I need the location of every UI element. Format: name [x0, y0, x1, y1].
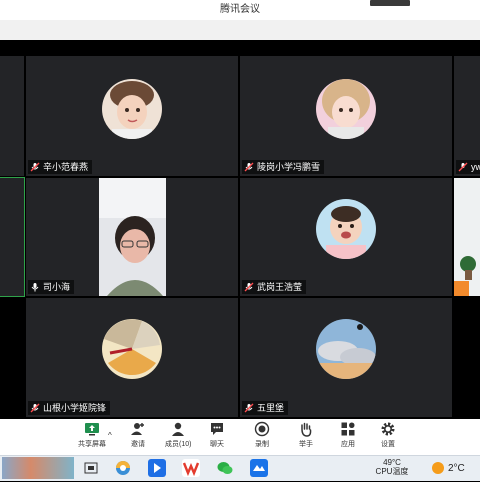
mic-muted-icon — [244, 282, 254, 292]
toddler-photo-icon — [316, 199, 376, 259]
participant-name: 陵岗小学冯鹏雪 — [257, 162, 321, 172]
record-button[interactable]: 录制 — [254, 421, 270, 449]
weather-temp: 2°C — [448, 462, 465, 474]
participant-label: 辛小范春燕 — [28, 160, 93, 174]
meeting-toolbar: 共享屏幕 ^ 邀请 成员(10) 聊天 录制 举手 应用 设置 — [0, 419, 480, 455]
feishu-icon[interactable] — [148, 459, 166, 477]
add-user-icon — [131, 423, 144, 435]
record-icon — [254, 421, 270, 437]
cpu-temperature[interactable]: 49°C CPU温度 — [370, 458, 414, 476]
cpu-temp-label: CPU温度 — [375, 467, 409, 476]
taskbar-thumbnail[interactable] — [2, 457, 74, 479]
mic-muted-icon — [30, 403, 40, 413]
video-grid: 辛小范春燕 陵岗小学冯鹏雪 yw 司小海 武岗王浩莹 山根小学姬院锋 五里堡 — [0, 40, 480, 419]
window-title: 腾讯会议 — [220, 4, 260, 15]
participant-label: 陵岗小学冯鹏雪 — [242, 160, 325, 174]
weather-widget[interactable]: 2°C — [432, 462, 465, 474]
apps-icon — [341, 422, 355, 436]
wechat-icon[interactable] — [216, 459, 234, 477]
invite-button[interactable]: 邀请 — [130, 421, 146, 449]
camera-video — [99, 178, 166, 296]
apps-button[interactable]: 应用 — [340, 421, 356, 449]
members-button[interactable]: 成员(10) — [165, 421, 191, 449]
hand-icon — [301, 422, 312, 437]
woman-camera-feed — [99, 178, 166, 296]
top-info-bar — [0, 20, 480, 40]
video-tile-partial-left-2[interactable] — [0, 177, 25, 297]
video-tile-p1[interactable]: 辛小范春燕 — [26, 56, 238, 176]
child-photo-icon — [102, 79, 162, 139]
participant-name: 山根小学姬院锋 — [43, 403, 107, 413]
browser-icon[interactable] — [114, 459, 132, 477]
sky-photo-icon — [316, 319, 376, 379]
gear-icon — [381, 422, 395, 436]
avatar — [316, 199, 376, 259]
participant-label: 司小海 — [28, 280, 75, 294]
participant-name: 武岗王浩莹 — [257, 282, 303, 292]
share-options-chevron-icon[interactable]: ^ — [108, 431, 112, 440]
video-tile-p5[interactable]: 武岗王浩莹 — [240, 178, 452, 296]
participant-label: yw — [456, 160, 480, 174]
mic-muted-icon — [458, 162, 468, 172]
avatar — [316, 79, 376, 139]
share-screen-icon — [85, 423, 99, 436]
chat-icon — [211, 423, 223, 435]
participant-name: 五里堡 — [257, 403, 285, 413]
raise-hand-button[interactable]: 举手 — [298, 421, 314, 449]
members-icon — [172, 422, 185, 436]
mic-muted-icon — [244, 162, 254, 172]
settings-button[interactable]: 设置 — [380, 421, 396, 449]
avatar — [102, 79, 162, 139]
os-taskbar: 49°C CPU温度 2°C — [0, 455, 480, 481]
title-bar: 腾讯会议 — [0, 0, 480, 20]
video-tile-p6[interactable]: 山根小学姬院锋 — [26, 298, 238, 417]
video-tile-p2[interactable]: 陵岗小学冯鹏雪 — [240, 56, 452, 176]
task-view-icon[interactable] — [82, 459, 100, 477]
chat-button[interactable]: 聊天 — [209, 421, 225, 449]
mic-muted-icon — [244, 403, 254, 413]
participant-name: 司小海 — [43, 282, 71, 292]
participant-name: 辛小范春燕 — [43, 162, 89, 172]
fan-photo-icon — [102, 319, 162, 379]
avatar — [102, 319, 162, 379]
mic-icon — [31, 283, 39, 292]
participant-label: 武岗王浩莹 — [242, 280, 307, 294]
avatar — [316, 319, 376, 379]
participant-label: 五里堡 — [242, 401, 289, 415]
cpu-temp-value: 49°C — [383, 458, 401, 467]
participant-label: 山根小学姬院锋 — [28, 401, 111, 415]
video-tile-partial-left-1[interactable] — [0, 56, 24, 176]
video-tile-partial-right[interactable] — [454, 178, 480, 296]
share-screen-button[interactable]: 共享屏幕 — [78, 421, 106, 449]
tencent-meeting-icon[interactable] — [250, 459, 268, 477]
participant-name: yw — [471, 162, 480, 172]
wps-icon[interactable] — [182, 459, 200, 477]
mic-muted-icon — [30, 162, 40, 172]
video-tile-p3[interactable]: yw — [454, 56, 480, 176]
plant-camera-feed — [454, 178, 480, 296]
window-controls[interactable] — [370, 0, 410, 6]
video-tile-p7[interactable]: 五里堡 — [240, 298, 452, 417]
video-tile-p4[interactable]: 司小海 — [26, 178, 238, 296]
girl-photo-icon — [316, 79, 376, 139]
sun-icon — [432, 462, 444, 474]
